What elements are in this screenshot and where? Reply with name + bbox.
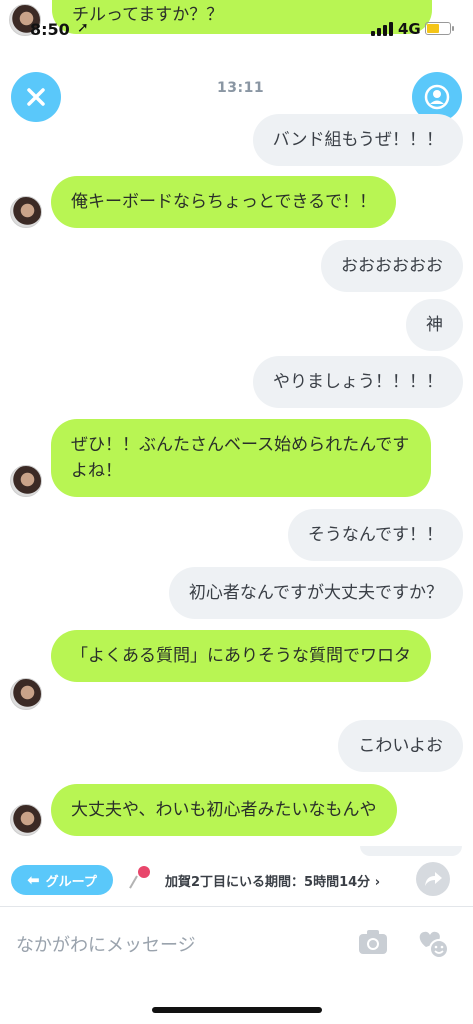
share-button[interactable] (416, 862, 450, 896)
message-text: 大丈夫や、わいも初心者みたいなもんや (71, 800, 377, 820)
message-text: 俺キーボードならちょっとできるで！！ (71, 192, 377, 212)
avatar[interactable] (10, 678, 42, 710)
preview-message-text: チルってますか？？ (72, 5, 224, 25)
lollipop-icon (128, 864, 154, 892)
camera-button[interactable] (358, 929, 388, 957)
battery-icon (425, 22, 454, 35)
profile-icon (424, 84, 450, 110)
message-composer: なかがわにメッセージ (0, 906, 473, 979)
message-bubble: 「よくある質問」にありそうな質問でワロタ (51, 630, 431, 682)
message-bubble: 神 (406, 299, 463, 351)
avatar[interactable] (10, 196, 42, 228)
message-bubble: 俺キーボードならちょっとできるで！！ (51, 176, 397, 228)
message-bubble: こわいよお (338, 720, 463, 772)
location-arrow-icon: ➚ (77, 20, 89, 36)
status-time: 8:50 (30, 20, 70, 39)
group-button-label: グループ (45, 874, 97, 890)
close-button[interactable] (11, 72, 61, 122)
message-text: おおおおおお (341, 256, 443, 276)
message-bubble: おおおおおお (321, 240, 463, 292)
avatar[interactable] (10, 804, 42, 836)
message-text: こわいよお (358, 736, 443, 756)
status-bar: チルってますか？？ 8:50 ➚ 4G (0, 0, 473, 44)
message-bubble: 大丈夫や、わいも初心者みたいなもんや (51, 784, 397, 836)
message-text: ぜひ！！ぶんたさんベース始められたんですよね！ (71, 435, 410, 481)
group-button[interactable]: ⬅ グループ (11, 865, 113, 895)
message-text: 「よくある質問」にありそうな質問でワロタ (71, 646, 411, 666)
partial-message-bubble (360, 846, 462, 856)
message-bubble: やりましょう！！！！ (253, 356, 463, 408)
home-indicator[interactable] (152, 1007, 322, 1013)
message-bubble: 初心者なんですが大丈夫ですか？ (168, 567, 463, 619)
sticker-button[interactable] (416, 925, 450, 959)
close-icon (27, 88, 45, 106)
share-arrow-icon (425, 872, 442, 886)
timestamp: 13:11 (217, 80, 265, 96)
location-duration[interactable]: 加賀2丁目にいる期間：5時間14分 › (165, 871, 380, 890)
message-text: 神 (426, 315, 443, 335)
message-bubble: バンド組もうぜ！！！ (252, 114, 463, 166)
network-label: 4G (398, 20, 421, 38)
message-input[interactable]: なかがわにメッセージ (16, 931, 196, 957)
message-bubble: ぜひ！！ぶんたさんベース始められたんですよね！ (51, 419, 431, 497)
message-text: 初心者なんですが大丈夫ですか？ (188, 583, 443, 603)
message-text: そうなんです！！ (307, 525, 443, 545)
heart-emoji-icon (419, 931, 449, 959)
message-text: やりましょう！！！！ (273, 372, 443, 392)
camera-icon (359, 930, 387, 954)
back-arrow-icon: ⬅ (27, 871, 40, 889)
avatar[interactable] (10, 465, 42, 497)
message-bubble: そうなんです！！ (287, 509, 463, 561)
signal-bars-icon (371, 22, 393, 36)
message-text: バンド組もうぜ！！！ (272, 130, 443, 150)
